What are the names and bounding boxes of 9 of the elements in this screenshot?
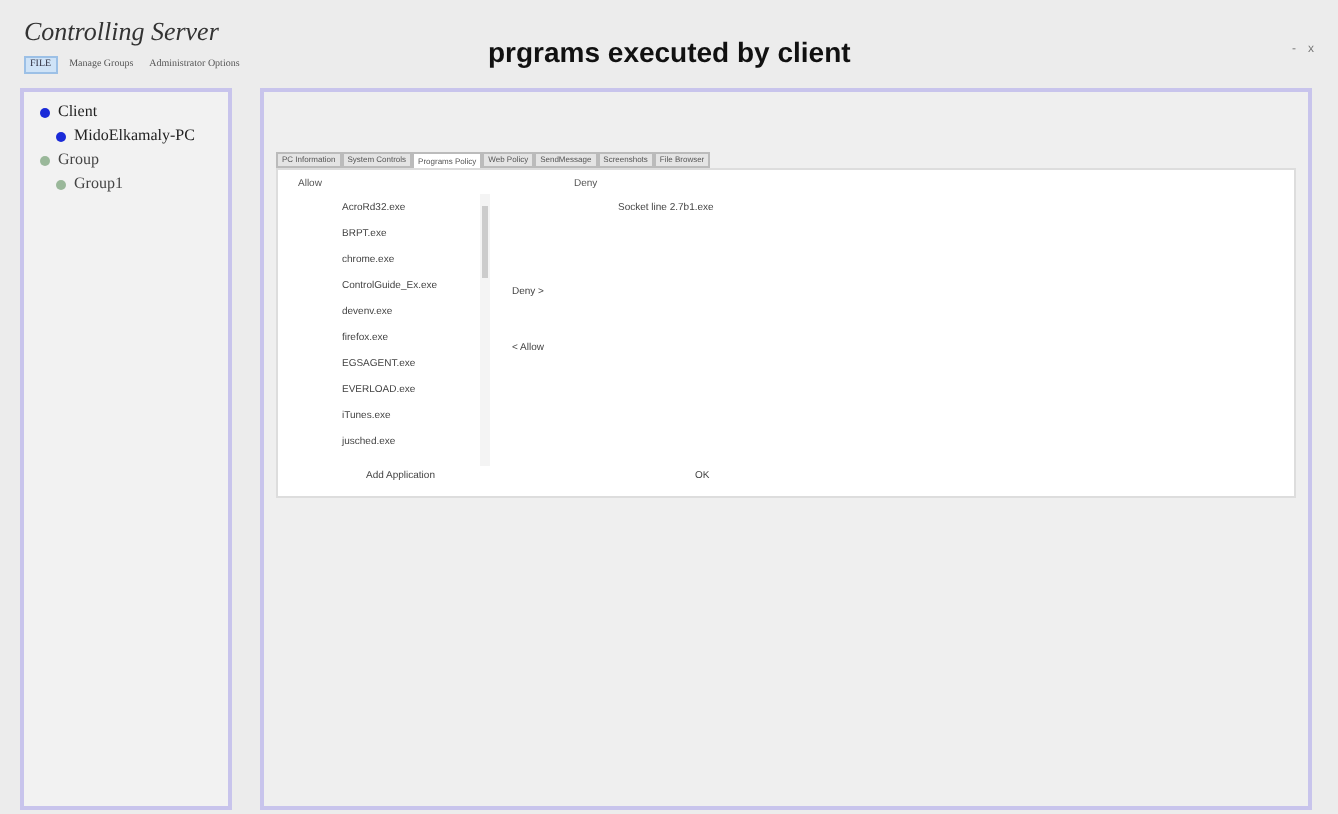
tree-item[interactable]: Group1 xyxy=(74,172,123,196)
page-heading: prgrams executed by client xyxy=(488,34,851,72)
group-icon xyxy=(56,179,66,189)
tree-item[interactable]: Client xyxy=(58,100,98,124)
app-title: Controlling Server xyxy=(24,14,221,50)
group-icon xyxy=(40,155,50,165)
scrollbar[interactable] xyxy=(480,193,490,465)
tree-item[interactable]: Group xyxy=(58,148,99,172)
tree-item[interactable]: MidoElkamaly-PC xyxy=(74,124,195,148)
